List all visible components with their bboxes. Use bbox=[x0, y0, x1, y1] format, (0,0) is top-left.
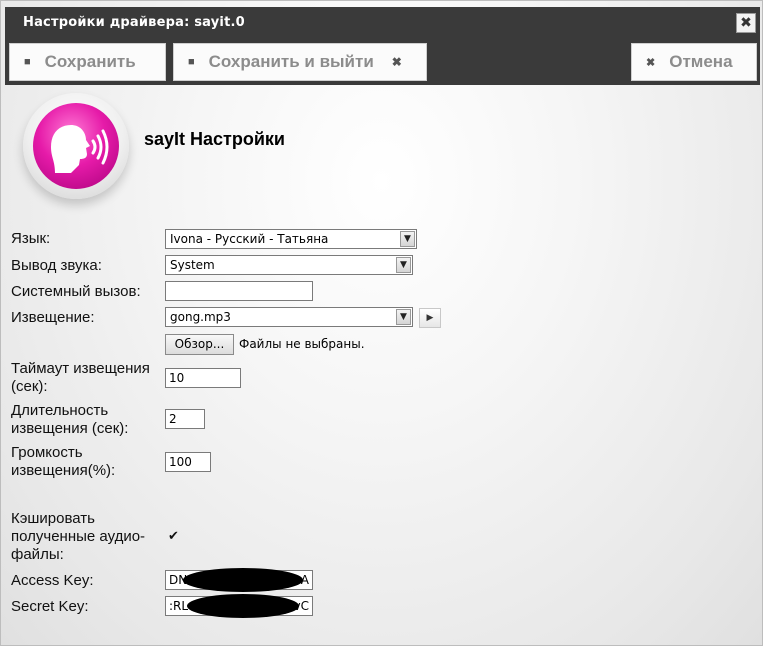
floppy-icon: ■ bbox=[188, 56, 195, 68]
announce-volume-label-line1: Громкость bbox=[11, 444, 83, 461]
chevron-down-icon: ▼ bbox=[396, 257, 411, 273]
announce-select[interactable]: gong.mp3 ▼ bbox=[165, 307, 413, 327]
output-label: Вывод звука: bbox=[11, 257, 102, 274]
access-key-label: Access Key: bbox=[11, 572, 94, 589]
secret-key-prefix: :RL bbox=[169, 599, 189, 613]
cache-label-line1: Кэшировать bbox=[11, 510, 95, 527]
title-bar: Настройки драйвера: sayit.0 ✖ bbox=[5, 7, 760, 39]
announce-timeout-label-line1: Таймаут извещения bbox=[11, 360, 150, 377]
output-value: System bbox=[170, 258, 215, 272]
announce-duration-label-line1: Длительность bbox=[11, 402, 109, 419]
floppy-icon: ■ bbox=[24, 56, 31, 68]
system-call-label: Системный вызов: bbox=[11, 283, 141, 300]
save-and-exit-button-label: Сохранить и выйти bbox=[208, 52, 374, 71]
secret-key-label: Secret Key: bbox=[11, 598, 89, 615]
redaction-mark bbox=[183, 568, 303, 592]
chevron-down-icon: ▼ bbox=[396, 309, 411, 325]
no-file-text: Файлы не выбраны. bbox=[239, 337, 365, 351]
cache-label-line3: файлы: bbox=[11, 546, 64, 563]
announce-volume-label-line2: извещения(%): bbox=[11, 462, 116, 479]
save-button-label: Сохранить bbox=[44, 52, 136, 71]
close-icon: ✖ bbox=[391, 55, 402, 69]
chevron-down-icon: ▼ bbox=[400, 231, 415, 247]
language-select[interactable]: Ivona - Русский - Татьяна ▼ bbox=[165, 229, 417, 249]
cache-checkbox[interactable]: ✔ bbox=[168, 530, 181, 543]
save-and-exit-button[interactable]: ■ Сохранить и выйти ✖ bbox=[173, 43, 427, 81]
browse-button[interactable]: Обзор... bbox=[165, 334, 234, 355]
announce-value: gong.mp3 bbox=[170, 310, 231, 324]
announce-duration-input[interactable]: 2 bbox=[165, 409, 205, 429]
cancel-button-label: Отмена bbox=[669, 52, 733, 71]
page-title: sayIt Настройки bbox=[144, 129, 285, 149]
redaction-mark bbox=[187, 594, 299, 618]
announce-label: Извещение: bbox=[11, 309, 95, 326]
save-button[interactable]: ■ Сохранить bbox=[9, 43, 166, 81]
close-icon: ✖ bbox=[646, 56, 656, 69]
language-label: Язык: bbox=[11, 230, 51, 247]
settings-dialog: Настройки драйвера: sayit.0 ✖ ■ Сохранит… bbox=[0, 0, 763, 646]
system-call-input[interactable] bbox=[165, 281, 313, 301]
close-icon[interactable]: ✖ bbox=[736, 13, 756, 33]
speaking-head-icon bbox=[23, 93, 129, 199]
toolbar: ■ Сохранить ■ Сохранить и выйти ✖ ✖ Отме… bbox=[5, 39, 760, 85]
cancel-button[interactable]: ✖ Отмена bbox=[631, 43, 757, 81]
cache-label-line2: полученные аудио- bbox=[11, 528, 146, 545]
play-icon: ▶ bbox=[426, 313, 434, 323]
output-select[interactable]: System ▼ bbox=[165, 255, 413, 275]
window-title: Настройки драйвера: sayit.0 bbox=[23, 15, 245, 30]
announce-duration-label-line2: извещения (сек): bbox=[11, 420, 129, 437]
announce-timeout-label-line2: (сек): bbox=[11, 378, 48, 395]
announce-timeout-input[interactable]: 10 bbox=[165, 368, 241, 388]
play-button[interactable]: ▶ bbox=[419, 308, 441, 328]
announce-volume-input[interactable]: 100 bbox=[165, 452, 211, 472]
language-value: Ivona - Русский - Татьяна bbox=[170, 232, 329, 246]
